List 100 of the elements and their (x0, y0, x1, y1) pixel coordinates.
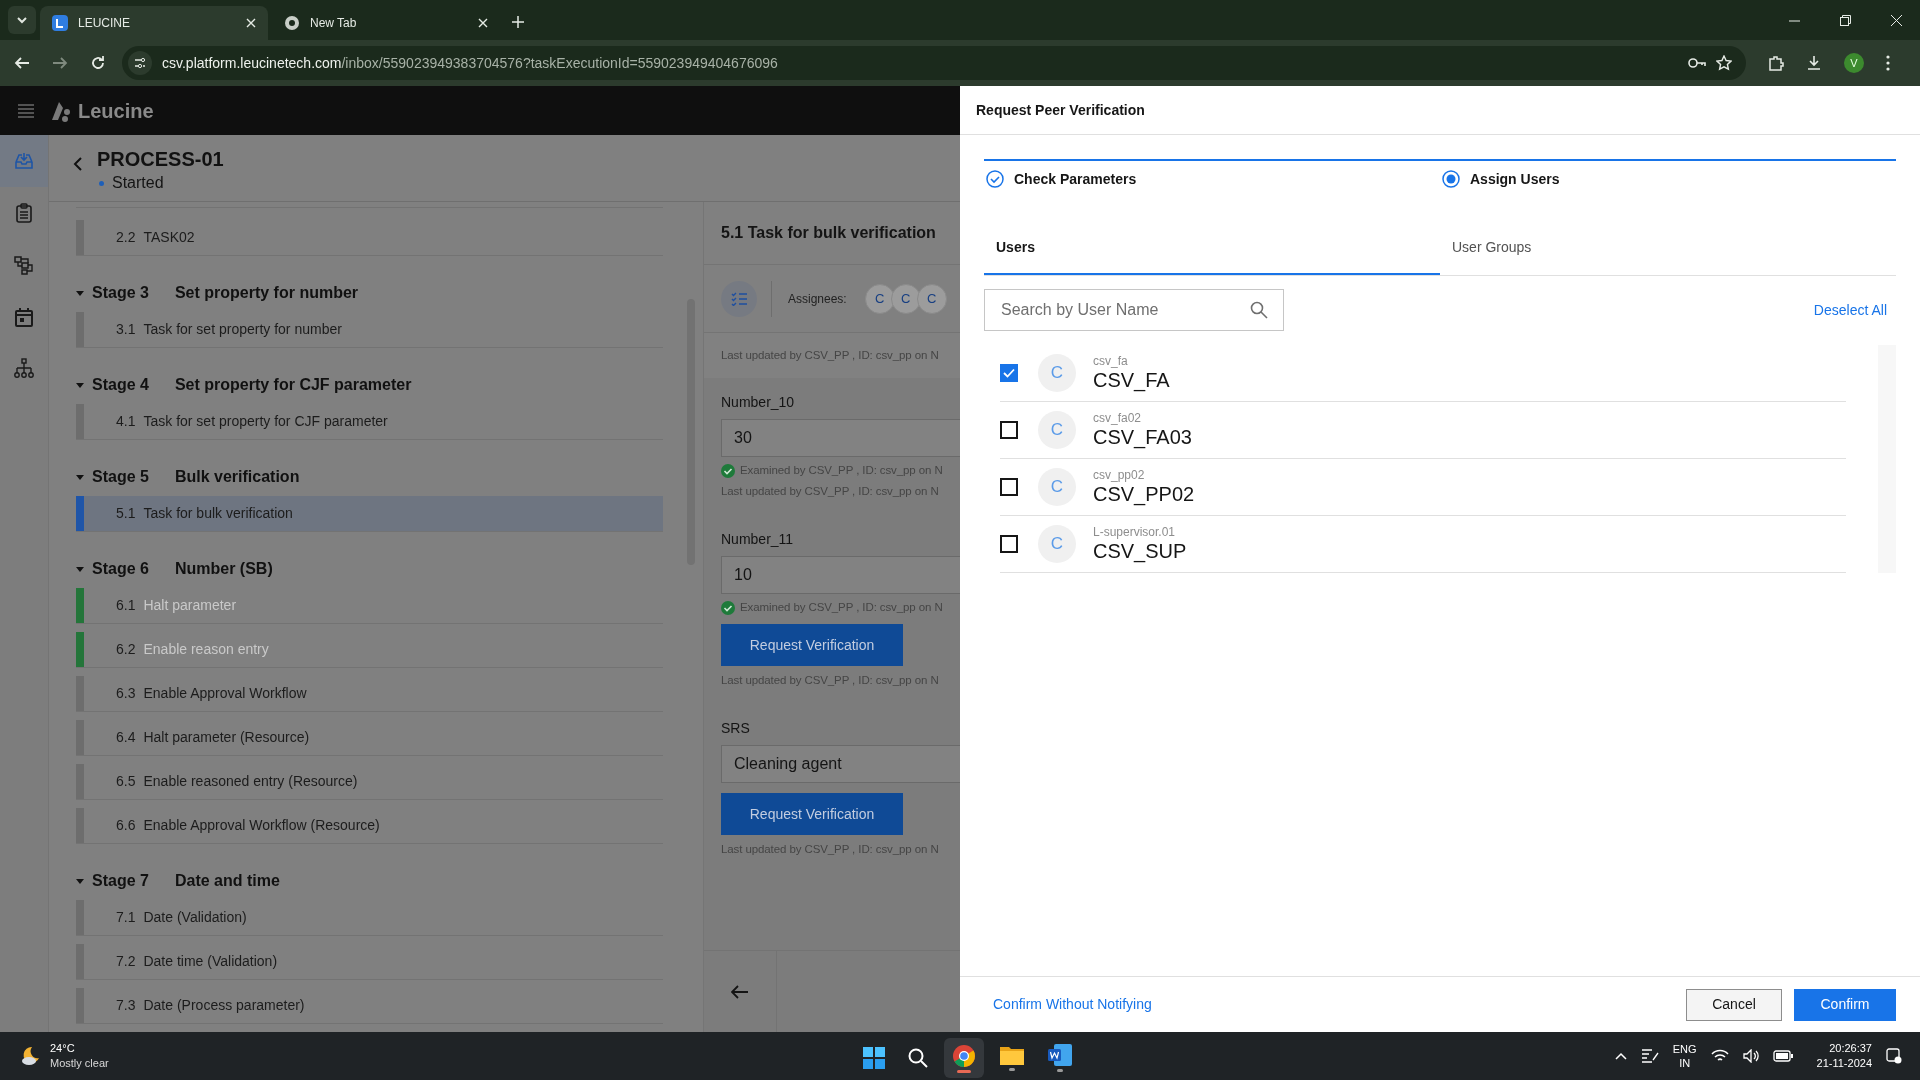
assignee-avatar[interactable]: C (916, 283, 947, 314)
task-item[interactable]: 6.5 Enable reasoned entry (Resource) (76, 764, 663, 800)
close-icon[interactable] (1891, 15, 1902, 26)
assignees-label: Assignees: (788, 290, 847, 308)
site-info-button[interactable] (128, 51, 152, 75)
profile-avatar[interactable]: V (1844, 53, 1864, 73)
confirm-button[interactable]: Confirm (1794, 988, 1896, 1021)
cancel-button[interactable]: Cancel (1686, 988, 1782, 1021)
deselect-all-link[interactable]: Deselect All (1813, 299, 1887, 321)
stage-header[interactable]: Stage 6 Number (SB) (76, 540, 687, 584)
user-id: csv_fa02 (1093, 411, 1143, 425)
assignee-avatar[interactable]: C (864, 283, 895, 314)
stage-header[interactable]: Stage 7 Date and time (76, 852, 687, 896)
menu-icon[interactable] (18, 103, 34, 118)
checkbox[interactable] (1000, 535, 1018, 553)
caret-icon (76, 878, 84, 884)
checkbox[interactable] (1000, 421, 1018, 439)
stage-header[interactable]: Stage 5 Bulk verification (76, 448, 687, 492)
input-field[interactable]: 10 (721, 556, 960, 594)
back-arrow-icon[interactable] (731, 984, 749, 999)
user-name: CSV_FA (1093, 368, 1170, 392)
pen-menu-icon[interactable] (1640, 1048, 1659, 1064)
close-icon[interactable] (246, 18, 256, 28)
process-title: PROCESS-01 (97, 147, 224, 171)
clock-time[interactable]: 20:26:37 (1829, 1041, 1872, 1056)
search-icon (1250, 301, 1268, 319)
inbox-icon (13, 150, 35, 172)
browser-icon (952, 1043, 976, 1068)
task-item[interactable]: 6.6 Enable Approval Workflow (Resource) (76, 808, 663, 844)
language-indicator[interactable]: ENG (1672, 1042, 1697, 1056)
task-item[interactable]: 2.2 TASK02 (76, 220, 663, 256)
task-item[interactable]: 7.2 Date time (Validation) (76, 944, 663, 980)
user-name: CSV_PP02 (1093, 482, 1195, 506)
check-icon (1003, 368, 1015, 378)
forward-icon[interactable] (52, 55, 68, 71)
tab-list-button[interactable] (8, 6, 36, 34)
request-verification-button[interactable]: Request Verification (721, 793, 903, 835)
stage-header[interactable]: Stage 3 Set property for number (76, 264, 687, 308)
user-name: CSV_SUP (1093, 539, 1187, 563)
new-tab-icon[interactable] (512, 16, 524, 28)
task-title: 5.1 Task for bulk verification (721, 223, 936, 243)
stage-header[interactable]: Stage 4 Set property for CJF parameter (76, 356, 687, 400)
download-icon[interactable] (1806, 55, 1822, 71)
request-verification-button[interactable]: Request Verification (721, 624, 903, 666)
task-item[interactable]: 6.2 Enable reason entry (76, 632, 663, 668)
temperature: 24°C (50, 1041, 76, 1056)
status-indicator (76, 632, 84, 667)
running-indicator (1009, 1068, 1015, 1071)
tab-title: LEUCINE (78, 15, 131, 32)
weather-condition: Mostly clear (50, 1056, 109, 1071)
wifi-icon[interactable] (1710, 1049, 1729, 1063)
flowchart-icon (13, 254, 35, 276)
dialog-title: Request Peer Verification (976, 100, 1145, 120)
caret-icon (76, 290, 84, 296)
more-options-icon[interactable] (1886, 55, 1890, 71)
calendar-icon (13, 306, 35, 328)
step-label: Check Parameters (1014, 169, 1137, 189)
close-icon[interactable] (478, 18, 488, 28)
tab[interactable]: Users (984, 221, 1440, 275)
brand-name: Leucine (78, 98, 154, 124)
restore-icon[interactable] (1840, 15, 1851, 26)
key-icon[interactable] (1688, 57, 1706, 69)
task-item[interactable]: 7.1 Date (Validation) (76, 900, 663, 936)
tab[interactable]: User Groups (1440, 221, 1896, 275)
checklist-button[interactable] (721, 280, 757, 317)
checkbox[interactable] (1000, 364, 1018, 382)
speaker-icon[interactable] (1742, 1049, 1759, 1063)
search-field[interactable]: Search by User Name (984, 289, 1284, 331)
back-icon[interactable] (73, 157, 83, 171)
task-item[interactable]: 7.3 Date (Process parameter) (76, 988, 663, 1024)
caret-icon (76, 566, 84, 572)
task-item[interactable]: 3.1 Task for set property for number (76, 312, 663, 348)
input-field[interactable]: 30 (721, 419, 960, 457)
user-avatar: C (1038, 354, 1076, 392)
task-item[interactable]: 6.1 Halt parameter (76, 588, 663, 624)
extensions-icon[interactable] (1768, 55, 1784, 71)
assignee-avatar[interactable]: C (890, 283, 921, 314)
address-bar[interactable]: csv.platform.leucinetech.com/inbox/559023949383704576?taskExecutionId=559023949404676096 (122, 46, 1746, 80)
task-item[interactable]: 4.1 Task for set property for CJF parameter (76, 404, 663, 440)
reload-icon[interactable] (90, 55, 106, 71)
task-item[interactable]: 6.3 Enable Approval Workflow (76, 676, 663, 712)
task-item[interactable]: 6.4 Halt parameter (Resource) (76, 720, 663, 756)
notification-icon[interactable] (1886, 1048, 1902, 1064)
star-icon[interactable] (1716, 55, 1732, 71)
back-icon[interactable] (14, 55, 30, 71)
browser-app-button[interactable] (944, 1038, 984, 1078)
chevron-up-icon[interactable] (1614, 1052, 1627, 1060)
checkbox[interactable] (1000, 478, 1018, 496)
browser-tab[interactable]: LEUCINE (40, 6, 268, 40)
clock-date[interactable]: 21-11-2024 (1816, 1056, 1872, 1071)
user-id: L-supervisor.01 (1093, 525, 1177, 539)
region-indicator[interactable]: IN (1679, 1056, 1691, 1070)
confirm-without-notifying-link[interactable]: Confirm Without Notifying (993, 994, 1152, 1015)
input-field[interactable]: Cleaning agent (721, 745, 960, 783)
app-favicon-icon (52, 15, 68, 31)
battery-icon[interactable] (1772, 1050, 1793, 1062)
user-id: csv_fa (1093, 354, 1129, 368)
task-item[interactable]: 5.1 Task for bulk verification (76, 496, 663, 532)
user-avatar: C (1038, 525, 1076, 563)
browser-tab[interactable]: New Tab (272, 6, 500, 40)
